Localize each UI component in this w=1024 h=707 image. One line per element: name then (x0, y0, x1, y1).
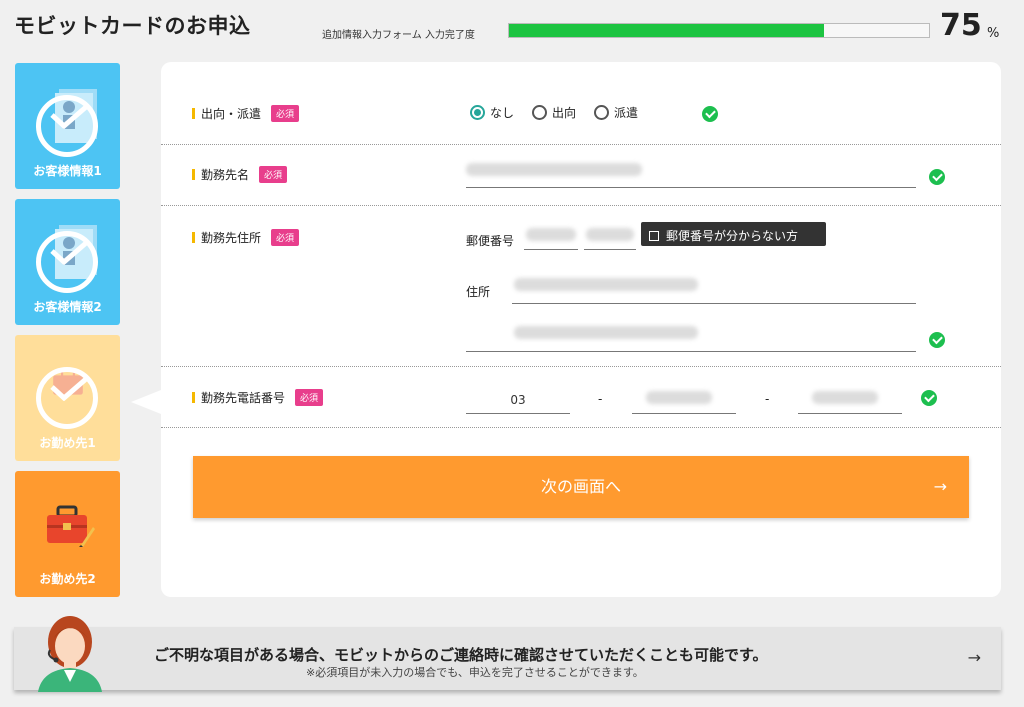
required-badge: 必須 (271, 105, 300, 122)
redacted-value (514, 278, 698, 291)
help-main-text: ご不明な項目がある場合、モビットからのご連絡時に確認させていただくことも可能です… (154, 646, 768, 664)
checkmark-icon (50, 241, 88, 265)
required-marker (192, 232, 195, 243)
step-label: お勤め先1 (39, 436, 96, 450)
required-marker (192, 108, 195, 119)
row-divider (161, 205, 1001, 206)
employer-phone-label-text: 勤務先電話番号 (201, 391, 286, 405)
required-badge: 必須 (295, 389, 324, 406)
progress-fill (509, 24, 824, 37)
radio-dispatch[interactable]: 派遣 (594, 104, 638, 121)
valid-check-icon (929, 332, 945, 348)
radio-selected-icon (470, 105, 485, 120)
required-badge: 必須 (259, 166, 288, 183)
phone-separator: - (598, 392, 603, 406)
row-divider (161, 427, 1001, 428)
employer-address-field-label: 勤務先住所 必須 (192, 229, 300, 246)
checkmark-icon (50, 105, 88, 129)
valid-check-icon (929, 169, 945, 185)
radio-label: 派遣 (614, 106, 639, 120)
progress-label: 追加情報入力フォーム 入力完了度 (322, 30, 475, 41)
step-label: お客様情報2 (33, 300, 102, 314)
next-screen-button[interactable]: 次の画面へ → (193, 456, 969, 518)
redacted-value (526, 228, 576, 241)
radio-empty-icon (532, 105, 548, 120)
step-label: お勤め先2 (39, 572, 96, 586)
redacted-value (514, 326, 698, 339)
help-sub-text: ※必須項目が未入力の場合でも、申込を完了させることができます。 (306, 666, 644, 679)
progress-unit: % (987, 26, 1000, 41)
postal-code-help-link[interactable]: 郵便番号が分からない方 (641, 222, 826, 246)
redacted-value (586, 228, 634, 241)
operator-avatar-icon (38, 616, 102, 692)
page-title: モビットカードのお申込 (14, 14, 251, 38)
radio-none[interactable]: なし (470, 104, 514, 121)
required-marker (192, 392, 195, 403)
radio-secondment[interactable]: 出向 (532, 104, 576, 121)
radio-label: なし (490, 106, 515, 120)
required-badge: 必須 (271, 229, 300, 246)
required-marker (192, 169, 195, 180)
employer-name-label-text: 勤務先名 (201, 168, 250, 182)
progress-bar (508, 23, 930, 38)
employer-phone-field-label: 勤務先電話番号 必須 (192, 389, 324, 406)
redacted-value (812, 391, 878, 404)
briefcase-icon (47, 505, 95, 547)
step-customer-info-1[interactable]: お客様情報1 (15, 63, 120, 189)
postal-help-text: 郵便番号が分からない方 (666, 229, 799, 243)
row-divider (161, 366, 1001, 367)
next-button-label: 次の画面へ (540, 477, 621, 496)
employer-name-field-label: 勤務先名 必須 (192, 166, 288, 183)
arrow-right-icon: → (967, 648, 981, 667)
current-step-pointer (131, 390, 161, 414)
secondment-label-text: 出向・派遣 (201, 107, 262, 121)
secondment-radio-group: なし 出向 派遣 (470, 104, 656, 121)
row-divider (161, 144, 1001, 145)
postal-code-label: 郵便番号 (466, 234, 515, 248)
secondment-field-label: 出向・派遣 必須 (192, 105, 300, 122)
help-banner[interactable]: ご不明な項目がある場合、モビットからのご連絡時に確認させていただくことも可能です… (14, 627, 1001, 690)
step-employer-2[interactable]: お勤め先2 (15, 471, 120, 597)
redacted-value (646, 391, 712, 404)
employer-address-label-text: 勤務先住所 (201, 231, 262, 245)
radio-empty-icon (594, 105, 610, 120)
phone-part1-input[interactable]: 03 (466, 380, 570, 414)
progress-number: 75 (940, 8, 982, 43)
address-label: 住所 (466, 285, 491, 299)
step-employer-1[interactable]: お勤め先1 (15, 335, 120, 461)
valid-check-icon (702, 106, 718, 122)
step-label: お客様情報1 (33, 164, 102, 178)
checkmark-icon (50, 377, 88, 401)
radio-label: 出向 (552, 106, 577, 120)
valid-check-icon (921, 390, 937, 406)
phone-separator: - (765, 392, 770, 406)
redacted-value (466, 163, 642, 176)
step-customer-info-2[interactable]: お客様情報2 (15, 199, 120, 325)
external-link-icon (649, 231, 659, 241)
arrow-right-icon: → (933, 477, 947, 496)
